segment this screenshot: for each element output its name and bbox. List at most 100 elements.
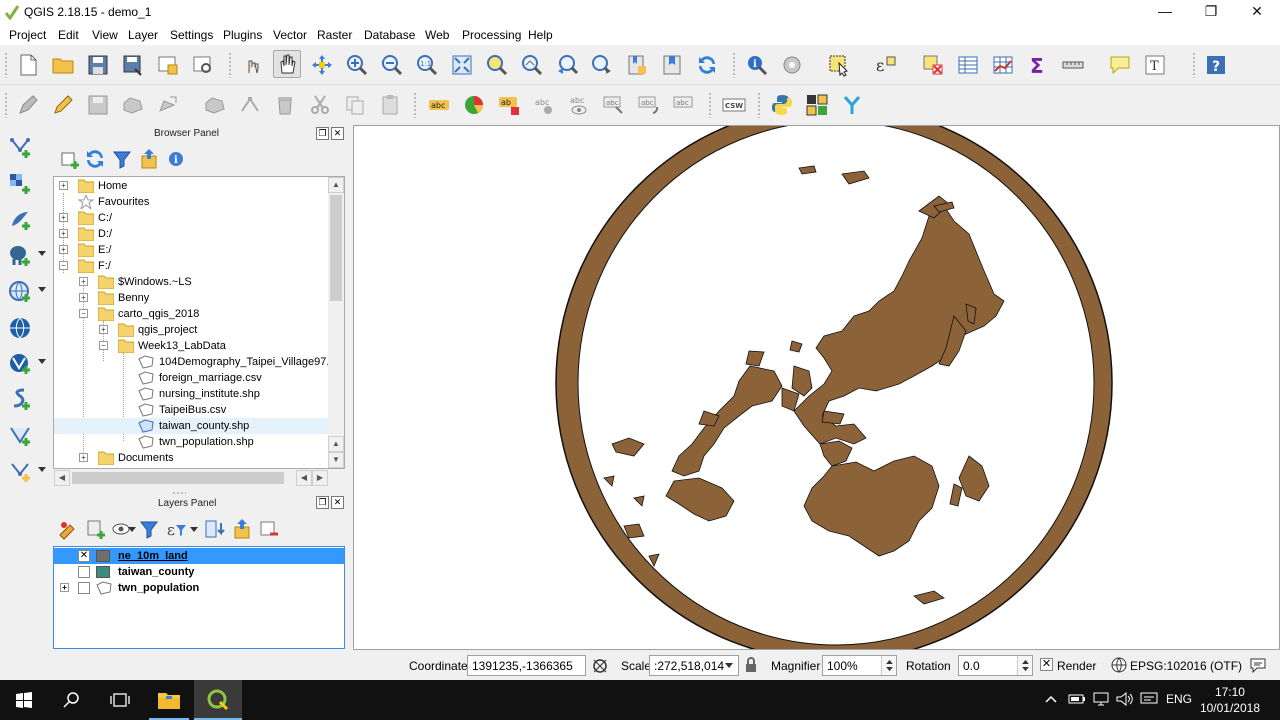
refresh-browser-icon[interactable] (81, 145, 109, 173)
add-wms-layer-icon[interactable] (6, 278, 34, 306)
zoom-native-icon[interactable]: 1:1 (413, 51, 441, 79)
pan-map-icon[interactable] (273, 50, 301, 78)
copy-features-icon[interactable] (341, 91, 369, 119)
scroll-left-icon[interactable]: ◀ (54, 470, 70, 486)
add-group-icon[interactable] (81, 515, 109, 543)
toolbar-grip[interactable] (413, 92, 417, 118)
open-attribute-table-icon[interactable] (954, 51, 982, 79)
tree-item-home[interactable]: + Home (54, 178, 330, 194)
select-features-icon[interactable] (825, 51, 853, 79)
highlight-pinned-labels-icon[interactable]: abc (530, 91, 558, 119)
filter-legend-by-expression-icon[interactable]: ε (162, 515, 190, 543)
save-edits-icon[interactable] (84, 91, 112, 119)
expand-icon[interactable]: + (79, 277, 88, 286)
layer-visibility-checkbox[interactable] (78, 582, 90, 594)
filter-legend-icon[interactable] (135, 515, 163, 543)
float-panel-button[interactable]: ❐ (316, 127, 329, 140)
show-bookmarks-icon[interactable] (658, 51, 686, 79)
toolbar-grip[interactable] (4, 92, 8, 118)
tree-item-qgis-project[interactable]: + qgis_project (54, 322, 330, 338)
collapse-icon[interactable]: − (99, 341, 108, 350)
expand-icon[interactable]: + (59, 213, 68, 222)
python-console-icon[interactable] (768, 91, 796, 119)
zoom-to-layer-icon[interactable] (518, 51, 546, 79)
battery-icon[interactable] (1068, 692, 1086, 706)
add-delimited-text-layer-icon[interactable] (6, 422, 34, 450)
tree-item-file[interactable]: taiwan_county.shp (54, 418, 330, 434)
add-feature-icon[interactable] (119, 91, 147, 119)
new-project-icon[interactable] (14, 51, 42, 79)
current-edits-icon[interactable] (14, 91, 42, 119)
chevron-down-icon[interactable] (38, 467, 46, 473)
float-panel-button[interactable]: ❐ (316, 496, 329, 509)
add-spatialite-layer-icon[interactable] (6, 206, 34, 234)
browser-tree[interactable]: + Home Favourites + C:/ + D:/ + E:/ − F:… (53, 176, 345, 469)
move-feature-icon[interactable] (154, 91, 182, 119)
chevron-up-icon[interactable] (1045, 694, 1057, 704)
tree-item-benny[interactable]: + Benny (54, 290, 330, 306)
toggle-editing-icon[interactable] (49, 91, 77, 119)
rotate-label-icon[interactable]: abc (635, 91, 663, 119)
vertex-tool-icon[interactable] (236, 91, 264, 119)
expand-icon[interactable]: + (99, 325, 108, 334)
chevron-down-icon[interactable] (38, 287, 46, 293)
add-vector-layer-icon[interactable] (6, 134, 34, 162)
expand-icon[interactable]: + (79, 293, 88, 302)
remove-layer-icon[interactable] (255, 515, 283, 543)
coordinate-field[interactable]: 1391235,-1366365 (467, 655, 586, 676)
lock-scale-icon[interactable] (744, 657, 758, 673)
open-project-icon[interactable] (49, 51, 77, 79)
volume-icon[interactable] (1116, 692, 1134, 706)
toggle-extents-icon[interactable] (591, 657, 609, 675)
render-checkbox[interactable]: ✕ (1040, 658, 1053, 671)
collapse-all-icon[interactable] (135, 145, 163, 173)
expand-icon[interactable]: + (59, 181, 68, 190)
tree-item-file[interactable]: foreign_marriage.csv (54, 370, 330, 386)
tree-item-file[interactable]: twn_population.shp (54, 434, 330, 450)
maximize-button[interactable]: ❐ (1188, 0, 1234, 24)
pin-labels-icon[interactable]: ab (495, 91, 523, 119)
menu-raster[interactable]: Raster (317, 28, 352, 42)
layer-visibility-checkbox[interactable]: ✕ (78, 550, 90, 562)
save-as-icon[interactable] (119, 51, 147, 79)
expand-icon[interactable]: + (59, 229, 68, 238)
browser-vertical-scrollbar[interactable]: ▲ ▲ ▼ (328, 177, 344, 468)
toolbar-grip[interactable] (757, 92, 761, 118)
toolbar-grip[interactable] (4, 52, 8, 78)
tree-item-c-drive[interactable]: + C:/ (54, 210, 330, 226)
scroll-up-icon[interactable]: ▲ (328, 177, 344, 193)
tree-item-file[interactable]: nursing_institute.shp (54, 386, 330, 402)
zoom-last-icon[interactable] (553, 51, 581, 79)
network-icon[interactable] (1092, 692, 1110, 706)
close-panel-button[interactable]: ✕ (331, 496, 344, 509)
tree-item-file[interactable]: 104Demography_Taipei_Village97.sl (54, 354, 337, 370)
layer-diagram-icon[interactable] (460, 91, 488, 119)
chevron-down-icon[interactable] (1022, 667, 1029, 672)
map-canvas[interactable] (353, 125, 1280, 650)
tree-item-documents[interactable]: + Documents (54, 450, 330, 466)
layer-visibility-checkbox[interactable] (78, 566, 90, 578)
chevron-down-icon[interactable] (725, 663, 733, 669)
expand-icon[interactable]: + (79, 453, 88, 462)
run-feature-action-icon[interactable] (778, 51, 806, 79)
statistical-summary-icon[interactable] (989, 51, 1017, 79)
scroll-thumb[interactable] (72, 472, 284, 484)
show-hide-labels-icon[interactable]: abc (565, 91, 593, 119)
close-button[interactable]: ✕ (1234, 0, 1280, 24)
expand-all-icon[interactable] (201, 515, 229, 543)
layer-labeling-icon[interactable]: abc (425, 91, 453, 119)
toolbar-grip[interactable] (732, 52, 736, 78)
change-label-icon[interactable]: abc (670, 91, 698, 119)
new-bookmark-icon[interactable] (623, 51, 651, 79)
menu-web[interactable]: Web (425, 28, 449, 42)
add-raster-layer-icon[interactable] (6, 170, 34, 198)
enable-properties-icon[interactable]: i (162, 145, 190, 173)
tree-item-file[interactable]: TaipeiBus.csv (54, 402, 330, 418)
menu-help[interactable]: Help (528, 28, 553, 42)
tree-item-favourites[interactable]: Favourites (54, 194, 330, 210)
refresh-icon[interactable] (693, 51, 721, 79)
zoom-to-selection-icon[interactable] (483, 51, 511, 79)
chevron-down-icon[interactable] (190, 527, 198, 533)
layer-item-ne-10m-land[interactable]: ✕ ne_10m_land (54, 548, 344, 564)
add-postgis-layer-icon[interactable] (6, 242, 34, 270)
